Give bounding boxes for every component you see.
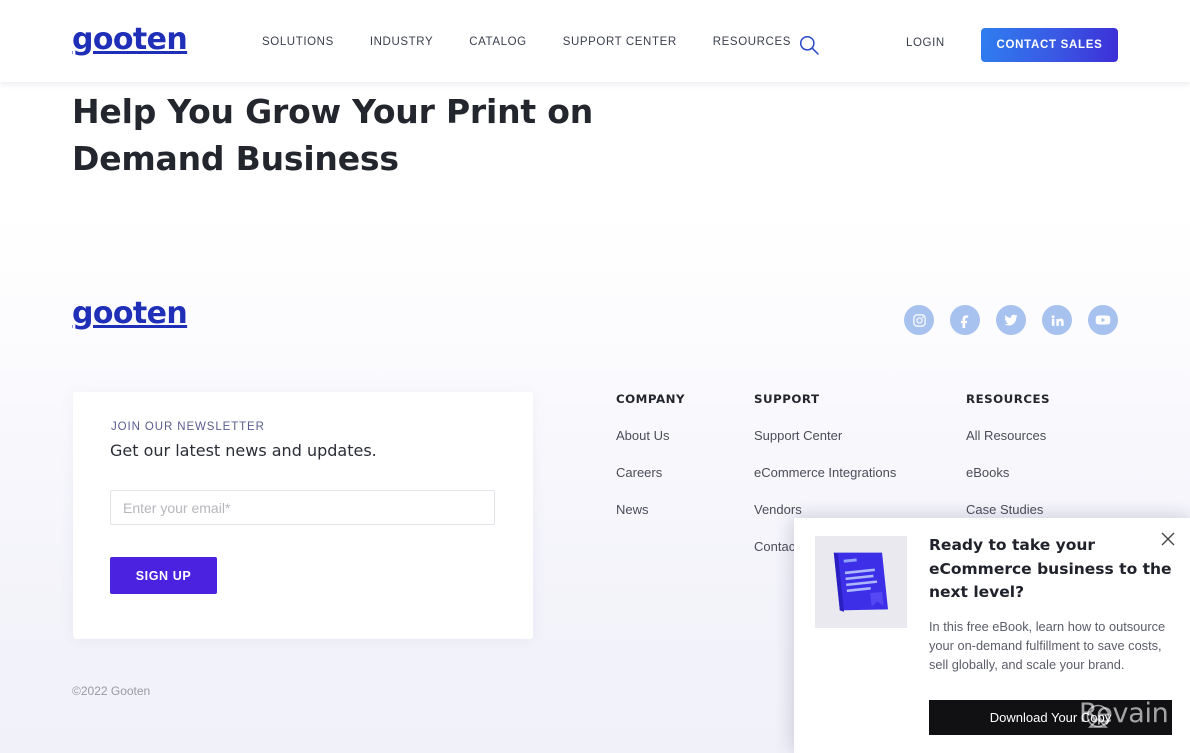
newsletter-email-input[interactable] — [110, 490, 495, 525]
footer-link-all-resources[interactable]: All Resources — [966, 428, 1050, 443]
footer-logo[interactable]: gooten — [72, 299, 188, 329]
contact-sales-button[interactable]: CONTACT SALES — [981, 28, 1118, 62]
nav-item-resources[interactable]: RESOURCES — [713, 36, 791, 48]
newsletter-kicker: JOIN OUR NEWSLETTER — [111, 421, 265, 433]
linkedin-icon[interactable] — [1042, 305, 1072, 335]
footer-link-support-center[interactable]: Support Center — [754, 428, 896, 443]
footer-column-heading: COMPANY — [616, 392, 686, 406]
newsletter-card: JOIN OUR NEWSLETTER Get our latest news … — [73, 392, 533, 639]
ebook-cover-image — [815, 536, 907, 628]
popup-title: Ready to take your eCommerce business to… — [929, 536, 1172, 601]
copyright-text: ©2022 Gooten — [72, 684, 151, 698]
nav-item-solutions[interactable]: SOLUTIONS — [262, 36, 334, 48]
footer-link-news[interactable]: News — [616, 502, 685, 517]
primary-nav: SOLUTIONS INDUSTRY CATALOG SUPPORT CENTE… — [262, 36, 791, 48]
search-icon[interactable] — [798, 34, 820, 56]
nav-item-industry[interactable]: INDUSTRY — [370, 36, 433, 48]
page-root: gooten SOLUTIONS INDUSTRY CATALOG SUPPOR… — [0, 0, 1190, 753]
top-navbar: gooten SOLUTIONS INDUSTRY CATALOG SUPPOR… — [0, 0, 1190, 82]
nav-item-support-center[interactable]: SUPPORT CENTER — [563, 36, 677, 48]
footer-link-about-us[interactable]: About Us — [616, 428, 685, 443]
footer-link-ecommerce-integrations[interactable]: eCommerce Integrations — [754, 465, 896, 480]
youtube-icon[interactable] — [1088, 305, 1118, 335]
brand-logo[interactable]: gooten — [72, 25, 188, 55]
social-links — [904, 305, 1118, 335]
instagram-icon[interactable] — [904, 305, 934, 335]
login-link[interactable]: LOGIN — [906, 37, 945, 49]
ebook-promo-popup: Ready to take your eCommerce business to… — [794, 518, 1190, 753]
footer-link-careers[interactable]: Careers — [616, 465, 685, 480]
popup-description: In this free eBook, learn how to outsour… — [929, 618, 1166, 672]
twitter-icon[interactable] — [996, 305, 1026, 335]
download-copy-button[interactable]: Download Your Copy — [929, 700, 1172, 735]
footer-column-company: COMPANY About Us Careers News — [616, 392, 685, 539]
footer-link-vendors[interactable]: Vendors — [754, 502, 896, 517]
footer-column-resources: RESOURCES All Resources eBooks Case Stud… — [966, 392, 1050, 539]
popup-content: Ready to take your eCommerce business to… — [929, 534, 1174, 674]
footer-link-ebooks[interactable]: eBooks — [966, 465, 1050, 480]
footer-column-heading: SUPPORT — [754, 392, 820, 406]
nav-item-catalog[interactable]: CATALOG — [469, 36, 526, 48]
footer-link-case-studies[interactable]: Case Studies — [966, 502, 1050, 517]
hero-section: Help You Grow Your Print on Demand Busin… — [72, 88, 632, 182]
facebook-icon[interactable] — [950, 305, 980, 335]
footer-column-heading: RESOURCES — [966, 392, 1051, 406]
page-title: Help You Grow Your Print on Demand Busin… — [72, 92, 594, 178]
newsletter-signup-button[interactable]: SIGN UP — [110, 557, 217, 594]
newsletter-title: Get our latest news and updates. — [110, 441, 377, 460]
